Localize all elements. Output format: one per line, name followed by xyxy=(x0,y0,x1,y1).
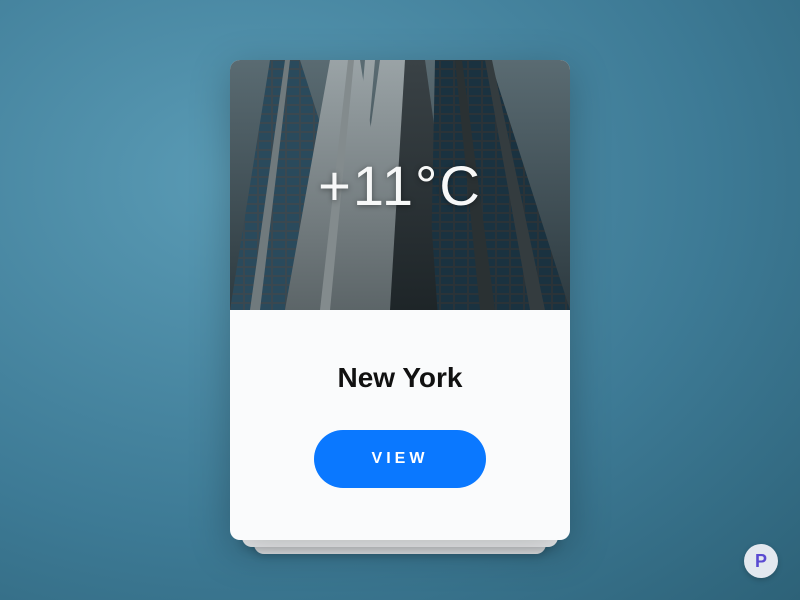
city-hero-image: +11°C xyxy=(230,60,570,310)
city-name: New York xyxy=(337,362,462,394)
card-content: New York VIEW xyxy=(230,310,570,540)
weather-card-stack: +11°C New York VIEW xyxy=(230,60,570,540)
brand-letter: P xyxy=(755,551,767,572)
temperature-value: +11°C xyxy=(318,153,482,218)
brand-badge-icon[interactable]: P xyxy=(744,544,778,578)
view-button[interactable]: VIEW xyxy=(314,430,487,488)
weather-card: +11°C New York VIEW xyxy=(230,60,570,540)
